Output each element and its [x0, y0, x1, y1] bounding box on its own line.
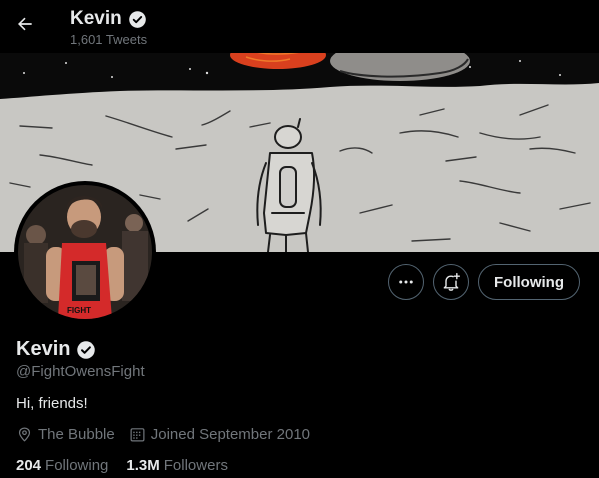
following-button[interactable]: Following: [478, 264, 580, 300]
location-pin-icon: [18, 427, 31, 442]
back-button[interactable]: [10, 9, 40, 39]
followers-stat-link[interactable]: 1.3M Followers: [126, 457, 228, 474]
location: The Bubble: [16, 426, 115, 443]
avatar[interactable]: FIGHT: [14, 181, 156, 323]
following-count: 204: [16, 457, 42, 474]
location-text: The Bubble: [38, 426, 115, 443]
calendar-icon: [130, 428, 145, 442]
display-name: Kevin: [16, 338, 71, 360]
tweet-count: 1,601 Tweets: [70, 32, 148, 47]
profile-meta: The Bubble Joined September 2010: [16, 426, 310, 443]
more-dots-icon: [399, 280, 413, 284]
user-handle: @FightOwensFight: [16, 363, 145, 380]
header-name: Kevin: [70, 8, 122, 29]
bio: Hi, friends!: [16, 395, 88, 412]
followers-count: 1.3M: [126, 457, 160, 474]
verified-badge-icon[interactable]: [76, 340, 96, 360]
join-date: Joined September 2010: [129, 426, 310, 443]
more-button[interactable]: [388, 264, 425, 300]
joined-text: Joined September 2010: [150, 426, 311, 443]
profile-stats: 204 Following 1.3M Followers: [16, 457, 228, 474]
profile-actions: Following: [388, 264, 580, 300]
following-label: Following: [45, 457, 109, 474]
followers-label: Followers: [163, 457, 228, 474]
profile-name: Kevin: [16, 338, 96, 361]
top-bar: Kevin 1,601 Tweets: [0, 0, 599, 53]
verified-badge-icon: [128, 10, 146, 28]
header-title: Kevin: [70, 8, 147, 30]
following-stat-link[interactable]: 204 Following: [16, 457, 108, 474]
notifications-button[interactable]: [433, 264, 470, 300]
bell-plus-icon: [443, 272, 461, 291]
arrow-left-icon: [18, 17, 32, 31]
svg-text:FIGHT: FIGHT: [67, 306, 91, 315]
avatar-image: FIGHT: [18, 185, 152, 319]
